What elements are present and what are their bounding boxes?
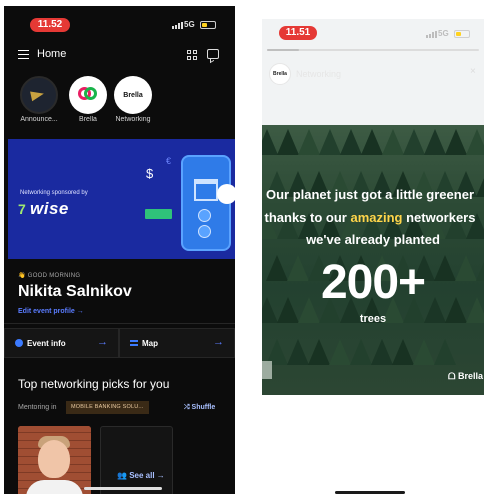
people-icon: 👥: [117, 471, 127, 480]
channel-name: Networking: [296, 69, 342, 79]
status-time: 11.51: [279, 26, 317, 40]
story-top-area: 11.51 5G Brella Networking ×: [262, 19, 484, 125]
sponsor-banner[interactable]: Networking sponsored by 7 wise € $: [8, 139, 235, 259]
signal-icon: [426, 31, 437, 38]
wise-mark: 7: [18, 201, 26, 217]
tree-shape: [424, 129, 446, 155]
story-networking[interactable]: Brella Networking: [114, 76, 152, 123]
story-screen: 11.51 5G Brella Networking × Our planet …: [262, 19, 484, 497]
tree-shape: [392, 339, 414, 365]
bank-icon: [194, 179, 218, 201]
tree-shape: [308, 339, 330, 365]
section-title: Top networking picks for you: [18, 377, 170, 391]
close-icon[interactable]: ×: [470, 66, 476, 77]
highlight-word: amazing: [350, 210, 403, 225]
edit-profile-link[interactable]: Edit event profile →: [18, 308, 84, 315]
qr-code-icon[interactable]: [187, 50, 198, 61]
tree-shape: [466, 129, 484, 155]
network-label: 5G: [438, 29, 449, 38]
profile-card[interactable]: [18, 426, 91, 494]
info-icon: [15, 339, 23, 347]
dollar-icon: $: [146, 166, 154, 181]
mentoring-label: Mentoring in: [18, 404, 57, 411]
signal-icon: [172, 22, 183, 29]
map-button[interactable]: Map →: [119, 328, 235, 358]
home-indicator: [335, 491, 405, 494]
arrow-right-icon: →: [97, 336, 108, 348]
divider: [4, 323, 235, 324]
see-all-card[interactable]: 👥 See all →: [100, 426, 173, 494]
menu-icon[interactable]: [18, 50, 29, 59]
network-label: 5G: [184, 20, 195, 29]
page-title: Home: [37, 48, 67, 60]
unit-label: trees: [359, 313, 387, 325]
banner-circle-graphic: [217, 184, 235, 204]
greeting: 👋 GOOD MORNING: [18, 273, 81, 279]
map-icon: [130, 340, 138, 346]
event-info-button[interactable]: Event info →: [4, 328, 119, 358]
stories-row: Announce... Brella Brella Networking: [4, 76, 235, 132]
story-progress-bar: [267, 49, 479, 51]
story-line-3: we've already planted: [306, 232, 440, 247]
euro-icon: €: [166, 156, 172, 166]
tree-shape: [403, 129, 425, 155]
tree-shape: [361, 129, 383, 155]
story-line-1: Our planet just got a little greener: [265, 187, 475, 202]
home-indicator: [84, 487, 162, 490]
user-name: Nikita Salnikov: [18, 283, 132, 300]
networking-logo: Brella: [114, 76, 152, 114]
status-bar: 11.52 5G: [4, 6, 235, 32]
sponsor-text: Networking sponsored by: [20, 190, 88, 196]
card-graphic: [145, 209, 172, 219]
tree-shape: [287, 339, 309, 365]
story-announcements[interactable]: Announce...: [20, 76, 58, 123]
battery-icon: [200, 21, 216, 29]
brella-watermark: ᗝ Brella: [448, 371, 483, 381]
story-image: Our planet just got a little greener tha…: [262, 125, 484, 395]
coin-icon: [198, 209, 211, 222]
corner-watermark: [262, 361, 272, 379]
shuffle-button[interactable]: ⤮ Shuffle: [184, 404, 215, 412]
tree-shape: [382, 129, 404, 155]
mentoring-chip[interactable]: MOBILE BANKING SOLU...: [66, 401, 149, 414]
tree-shape: [329, 339, 351, 365]
chat-icon[interactable]: [207, 49, 219, 59]
shuffle-label: Shuffle: [191, 404, 216, 411]
tree-shape: [413, 339, 435, 365]
home-screen: 11.52 5G Home Announce... Brella Brella …: [4, 6, 235, 494]
tree-shape: [298, 129, 320, 155]
brella-logo-icon: [69, 76, 107, 114]
arrow-right-icon: →: [213, 336, 224, 348]
megaphone-icon: [20, 76, 58, 114]
story-brella[interactable]: Brella: [69, 76, 107, 123]
top-bar: Home: [4, 44, 235, 68]
battery-icon: [454, 30, 470, 38]
tree-shape: [277, 129, 299, 155]
wise-logo: wise: [30, 199, 69, 218]
big-number: 200+: [320, 256, 426, 309]
button-label: Map: [142, 339, 158, 348]
tree-shape: [371, 339, 393, 365]
tree-shape: [262, 129, 278, 155]
coin-icon: [198, 225, 211, 238]
status-time: 11.52: [30, 18, 70, 32]
tree-shape: [350, 339, 372, 365]
see-all-link[interactable]: 👥 See all →: [117, 471, 165, 480]
tree-shape: [445, 129, 467, 155]
avatar: [38, 440, 70, 478]
channel-avatar: Brella: [269, 63, 291, 85]
tree-shape: [319, 129, 341, 155]
tree-shape: [340, 129, 362, 155]
tree-shape: [434, 339, 456, 365]
button-label: Event info: [27, 339, 66, 348]
story-line-2: thanks to our amazing networkers: [264, 210, 476, 225]
story-label: Networking: [115, 116, 151, 123]
